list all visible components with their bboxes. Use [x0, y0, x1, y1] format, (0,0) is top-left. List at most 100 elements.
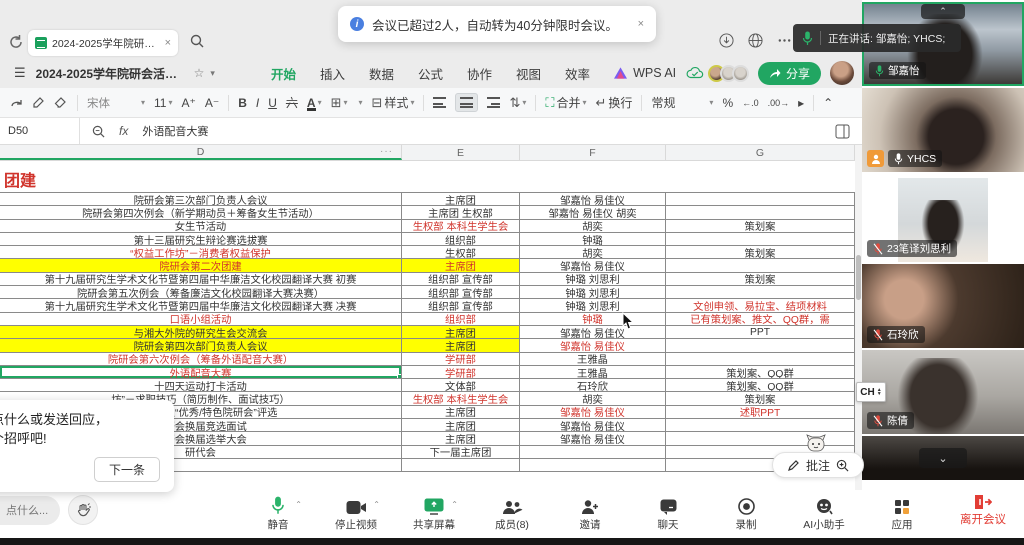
cell[interactable]	[666, 286, 855, 299]
vertical-align-button[interactable]: ⇅▾	[509, 95, 526, 111]
format-painter-icon[interactable]	[32, 96, 45, 109]
collaborator-avatars[interactable]	[713, 65, 749, 82]
decrease-decimal-button[interactable]: .00→	[768, 98, 790, 108]
cell[interactable]	[666, 206, 855, 219]
cell[interactable]: 王雅晶	[520, 366, 666, 379]
table-row[interactable]: 院研会第三次部门负责人会议主席团邹嘉怡 易佳仪	[0, 193, 855, 206]
col-header-f[interactable]: F	[520, 145, 666, 160]
tab-view[interactable]: 视图	[516, 64, 541, 83]
cell[interactable]: 策划案	[666, 246, 855, 259]
cell[interactable]: 胡奕	[520, 246, 666, 259]
tab-wps-ai[interactable]: WPS AI	[633, 66, 676, 80]
table-row[interactable]: 院研会第四次部门负责人会议主席团邹嘉怡 易佳仪	[0, 339, 855, 352]
cell[interactable]: 主席团	[402, 419, 520, 432]
cell-name-box[interactable]: D50	[0, 118, 80, 144]
cell[interactable]: 钟璐	[520, 233, 666, 246]
redo-icon[interactable]	[10, 97, 23, 109]
table-row[interactable]: 外语配音大赛学研部王雅晶策划案、QQ群	[0, 366, 855, 379]
cell[interactable]: 邹嘉怡 易佳仪	[520, 406, 666, 419]
cell[interactable]	[666, 233, 855, 246]
table-row[interactable]: 女生节活动生权部 本科生学生会胡奕策划案	[0, 220, 855, 233]
more-menu-icon[interactable]	[777, 33, 792, 48]
borders-button[interactable]: ⊞▾	[331, 95, 348, 111]
hamburger-menu-icon[interactable]: ☰	[14, 65, 26, 81]
increase-decimal-button[interactable]: ←.0	[742, 98, 759, 108]
tab-data[interactable]: 数据	[369, 64, 394, 83]
cell[interactable]: 院研会第四次部门负责人会议	[0, 339, 402, 352]
chevron-down-icon[interactable]: ▾	[210, 68, 215, 79]
cell[interactable]: 组织部 宣传部	[402, 299, 520, 312]
italic-button[interactable]: I	[256, 96, 259, 110]
cell[interactable]: 钟璐 刘思利	[520, 299, 666, 312]
table-row[interactable]: 口语小组活动组织部钟璐已有策划案、推文、QQ群，需	[0, 313, 855, 326]
cell[interactable]: 邹嘉怡 易佳仪	[520, 259, 666, 272]
align-left-button[interactable]	[433, 97, 446, 108]
cell[interactable]: 主席团	[402, 259, 520, 272]
chat-input[interactable]	[0, 496, 60, 525]
cell[interactable]: 第十九届研究生学术文化节暨第四届中华廉洁文化校园翻译大赛 初赛	[0, 273, 402, 286]
scrollbar-handle[interactable]	[856, 255, 861, 300]
video-tile-6[interactable]: ⌄	[862, 436, 1024, 480]
increase-font-icon[interactable]: A⁺	[182, 96, 196, 110]
chat-button[interactable]: 聊天	[642, 493, 694, 532]
cell[interactable]: 邹嘉怡 易佳仪	[520, 339, 666, 352]
chevron-down-icon[interactable]: ⌄	[919, 448, 967, 468]
table-row[interactable]: 十四天运动打卡活动文体部石玲欣策划案、QQ群	[0, 379, 855, 392]
toast-close-icon[interactable]: ×	[638, 18, 644, 30]
collapse-ribbon-icon[interactable]: ⌃	[823, 96, 833, 110]
tab-insert[interactable]: 插入	[320, 64, 345, 83]
cell[interactable]	[666, 353, 855, 366]
merge-cells-button[interactable]: ⛶合并▾	[545, 94, 586, 111]
cell[interactable]: 钟璐 刘思利	[520, 286, 666, 299]
cell[interactable]: PPT	[666, 326, 855, 339]
cell[interactable]: 已有策划案、推文、QQ群，需	[666, 313, 855, 326]
zoom-search-icon[interactable]	[92, 125, 105, 138]
cell[interactable]: 女生节活动	[0, 220, 402, 233]
cell[interactable]: 组织部	[402, 313, 520, 326]
task-pane-icon[interactable]	[835, 124, 850, 139]
cell[interactable]: 主席团	[402, 339, 520, 352]
align-center-button[interactable]	[455, 93, 478, 112]
bold-button[interactable]: B	[238, 96, 247, 110]
chevron-up-icon[interactable]: ⌃	[373, 500, 380, 509]
table-row[interactable]: “权益工作坊”－消费者权益保护生权部胡奕策划案	[0, 246, 855, 259]
cell[interactable]: 邹嘉怡 易佳仪	[520, 326, 666, 339]
cell[interactable]: 院研会第五次例会（筹备廉洁文化校园翻译大赛决赛）	[0, 286, 402, 299]
share-button[interactable]: 分享	[758, 62, 821, 85]
cell[interactable]: 生权部 本科生学生会	[402, 220, 520, 233]
tab-efficiency[interactable]: 效率	[565, 64, 590, 83]
cell[interactable]: 院研会第四次例会（新学期动员＋筹备女生节活动）	[0, 206, 402, 219]
tab-close-icon[interactable]: ×	[165, 37, 171, 49]
share-screen-button[interactable]: 共享屏幕⌃	[408, 493, 460, 532]
chevron-up-icon[interactable]: ⌃	[295, 500, 302, 509]
col-header-g[interactable]: G	[666, 145, 855, 160]
cell[interactable]: 钟璐 刘思利	[520, 273, 666, 286]
cell[interactable]: 下一届主席团	[402, 446, 520, 459]
cell[interactable]: 文体部	[402, 379, 520, 392]
underline-button[interactable]: U	[268, 96, 277, 110]
cell[interactable]	[520, 459, 666, 472]
zoom-in-icon[interactable]	[836, 459, 849, 472]
ai-assistant-button[interactable]: AI小助手	[798, 493, 850, 532]
vertical-scrollbar[interactable]	[855, 145, 862, 490]
number-format-select[interactable]: 常规▾	[651, 94, 713, 111]
col-header-d[interactable]: D···	[0, 145, 402, 160]
invite-button[interactable]: 邀请	[564, 493, 616, 532]
video-tile-4[interactable]: 石玲欣	[862, 264, 1024, 348]
cell[interactable]: 生权部	[402, 246, 520, 259]
font-color-button[interactable]: A▾	[307, 98, 322, 108]
cell[interactable]: 第十三届研究生辩论赛选拔赛	[0, 233, 402, 246]
video-tile-3[interactable]: 23笔译刘思利	[862, 178, 1024, 262]
cell[interactable]: 策划案、QQ群	[666, 379, 855, 392]
cell[interactable]: 外语配音大赛	[0, 366, 402, 379]
font-size-select[interactable]: 11▾	[154, 96, 172, 110]
fill-color-button[interactable]: ▾	[357, 98, 363, 107]
wave-reaction-button[interactable]	[68, 495, 98, 525]
fx-icon[interactable]: fx	[119, 124, 128, 138]
cell[interactable]: 组织部	[402, 233, 520, 246]
tab-collab[interactable]: 协作	[467, 64, 492, 83]
collapse-strip-icon[interactable]: ⌃	[921, 4, 965, 19]
cell[interactable]: 学研部	[402, 366, 520, 379]
table-row[interactable]: 第十九届研究生学术文化节暨第四届中华廉洁文化校园翻译大赛 决赛组织部 宣传部钟璐…	[0, 299, 855, 312]
cell[interactable]: 与湘大外院的研究生会交流会	[0, 326, 402, 339]
